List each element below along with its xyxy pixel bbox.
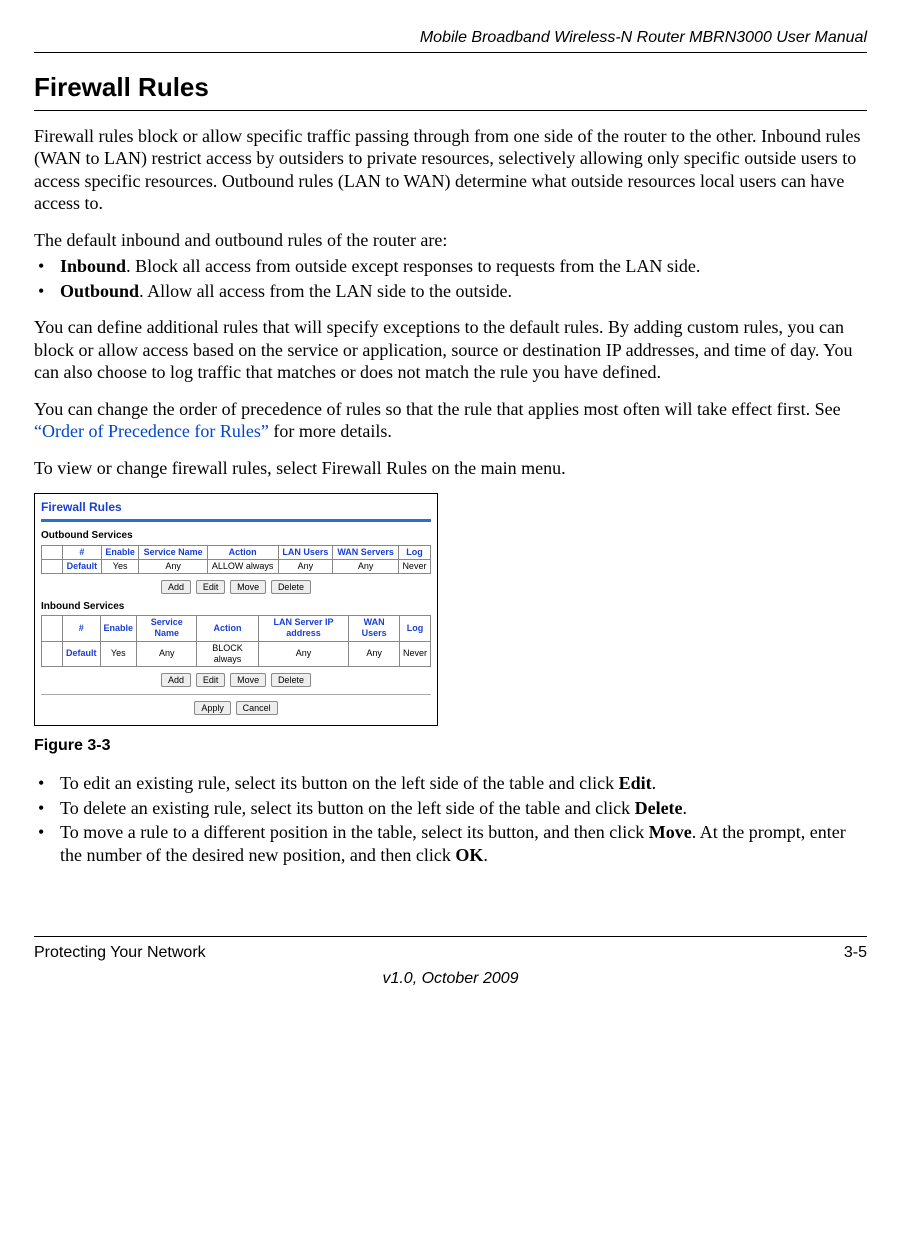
list-item: To edit an existing rule, select its but… bbox=[34, 772, 867, 795]
inbound-services-heading: Inbound Services bbox=[41, 601, 431, 614]
inbound-text: . Block all access from outside except r… bbox=[126, 256, 700, 276]
body-paragraph: Firewall rules block or allow specific t… bbox=[34, 125, 867, 215]
col-enable: Enable bbox=[101, 545, 139, 559]
cell-lan-ip: Any bbox=[258, 641, 349, 667]
page-footer: Protecting Your Network 3-5 v1.0, Octobe… bbox=[34, 936, 867, 989]
col-num: # bbox=[63, 545, 102, 559]
col-lan-users: LAN Users bbox=[278, 545, 333, 559]
col-lan-ip: LAN Server IP address bbox=[258, 616, 349, 642]
body-paragraph: You can change the order of precedence o… bbox=[34, 398, 867, 443]
cell-action: BLOCK always bbox=[197, 641, 258, 667]
footer-page-number: 3-5 bbox=[844, 943, 867, 963]
apply-button[interactable]: Apply bbox=[194, 701, 231, 715]
add-button[interactable]: Add bbox=[161, 580, 191, 594]
outbound-label: Outbound bbox=[60, 281, 139, 301]
delete-button[interactable]: Delete bbox=[271, 580, 311, 594]
cell-enable: Yes bbox=[101, 559, 139, 573]
body-paragraph: To view or change firewall rules, select… bbox=[34, 457, 867, 480]
panel-title: Firewall Rules bbox=[41, 500, 431, 515]
delete-keyword: Delete bbox=[635, 798, 683, 818]
text-run: for more details. bbox=[269, 421, 392, 441]
table-row[interactable]: Default Yes Any BLOCK always Any Any Nev… bbox=[42, 641, 431, 667]
list-item: Inbound. Block all access from outside e… bbox=[34, 255, 867, 278]
running-header: Mobile Broadband Wireless-N Router MBRN3… bbox=[34, 28, 867, 48]
col-service: Service Name bbox=[139, 545, 207, 559]
col-log: Log bbox=[398, 545, 430, 559]
cancel-button[interactable]: Cancel bbox=[236, 701, 278, 715]
move-button[interactable]: Move bbox=[230, 673, 266, 687]
list-item: To delete an existing rule, select its b… bbox=[34, 797, 867, 820]
col-wan-servers: WAN Servers bbox=[333, 545, 399, 559]
text-run: . bbox=[652, 773, 657, 793]
table-row[interactable]: Default Yes Any ALLOW always Any Any Nev… bbox=[42, 559, 431, 573]
outbound-text: . Allow all access from the LAN side to … bbox=[139, 281, 512, 301]
cell-num: Default bbox=[63, 641, 101, 667]
footer-chapter: Protecting Your Network bbox=[34, 943, 206, 963]
apply-cancel-row: Apply Cancel bbox=[41, 701, 431, 716]
col-enable: Enable bbox=[100, 616, 137, 642]
body-paragraph: The default inbound and outbound rules o… bbox=[34, 229, 867, 252]
col-select bbox=[42, 545, 63, 559]
cell-log: Never bbox=[399, 641, 430, 667]
col-action: Action bbox=[207, 545, 278, 559]
col-log: Log bbox=[399, 616, 430, 642]
list-item: Outbound. Allow all access from the LAN … bbox=[34, 280, 867, 303]
text-run: To move a rule to a different position i… bbox=[60, 822, 649, 842]
panel-separator bbox=[41, 694, 431, 695]
edit-keyword: Edit bbox=[619, 773, 652, 793]
header-rule bbox=[34, 52, 867, 53]
table-header-row: # Enable Service Name Action LAN Server … bbox=[42, 616, 431, 642]
instruction-list: To edit an existing rule, select its but… bbox=[34, 772, 867, 866]
edit-button[interactable]: Edit bbox=[196, 673, 226, 687]
text-run: . bbox=[483, 845, 488, 865]
cell-wan-servers: Any bbox=[333, 559, 399, 573]
col-action: Action bbox=[197, 616, 258, 642]
move-keyword: Move bbox=[649, 822, 692, 842]
add-button[interactable]: Add bbox=[161, 673, 191, 687]
text-run: To edit an existing rule, select its but… bbox=[60, 773, 619, 793]
cell-service: Any bbox=[139, 559, 207, 573]
col-num: # bbox=[63, 616, 101, 642]
cross-reference-link[interactable]: “Order of Precedence for Rules” bbox=[34, 421, 269, 441]
cell-service: Any bbox=[137, 641, 197, 667]
cell-num: Default bbox=[63, 559, 102, 573]
cell-enable: Yes bbox=[100, 641, 137, 667]
footer-version: v1.0, October 2009 bbox=[34, 963, 867, 989]
inbound-button-row: Add Edit Move Delete bbox=[41, 673, 431, 688]
cell-select[interactable] bbox=[42, 641, 63, 667]
outbound-button-row: Add Edit Move Delete bbox=[41, 580, 431, 595]
outbound-services-table: # Enable Service Name Action LAN Users W… bbox=[41, 545, 431, 575]
move-button[interactable]: Move bbox=[230, 580, 266, 594]
delete-button[interactable]: Delete bbox=[271, 673, 311, 687]
default-rules-list: Inbound. Block all access from outside e… bbox=[34, 255, 867, 302]
cell-wan-users: Any bbox=[349, 641, 400, 667]
panel-divider bbox=[41, 519, 431, 522]
firewall-rules-screenshot: Firewall Rules Outbound Services # Enabl… bbox=[34, 493, 438, 726]
text-run: You can change the order of precedence o… bbox=[34, 399, 841, 419]
section-heading: Firewall Rules bbox=[34, 71, 867, 111]
col-service: Service Name bbox=[137, 616, 197, 642]
table-header-row: # Enable Service Name Action LAN Users W… bbox=[42, 545, 431, 559]
cell-lan-users: Any bbox=[278, 559, 333, 573]
figure-caption: Figure 3-3 bbox=[34, 736, 867, 756]
cell-log: Never bbox=[398, 559, 430, 573]
inbound-services-table: # Enable Service Name Action LAN Server … bbox=[41, 615, 431, 667]
cell-select[interactable] bbox=[42, 559, 63, 573]
list-item: To move a rule to a different position i… bbox=[34, 821, 867, 866]
col-wan-users: WAN Users bbox=[349, 616, 400, 642]
inbound-label: Inbound bbox=[60, 256, 126, 276]
body-paragraph: You can define additional rules that wil… bbox=[34, 316, 867, 384]
text-run: . bbox=[683, 798, 688, 818]
outbound-services-heading: Outbound Services bbox=[41, 530, 431, 543]
cell-action: ALLOW always bbox=[207, 559, 278, 573]
text-run: To delete an existing rule, select its b… bbox=[60, 798, 635, 818]
ok-keyword: OK bbox=[455, 845, 483, 865]
col-select bbox=[42, 616, 63, 642]
edit-button[interactable]: Edit bbox=[196, 580, 226, 594]
